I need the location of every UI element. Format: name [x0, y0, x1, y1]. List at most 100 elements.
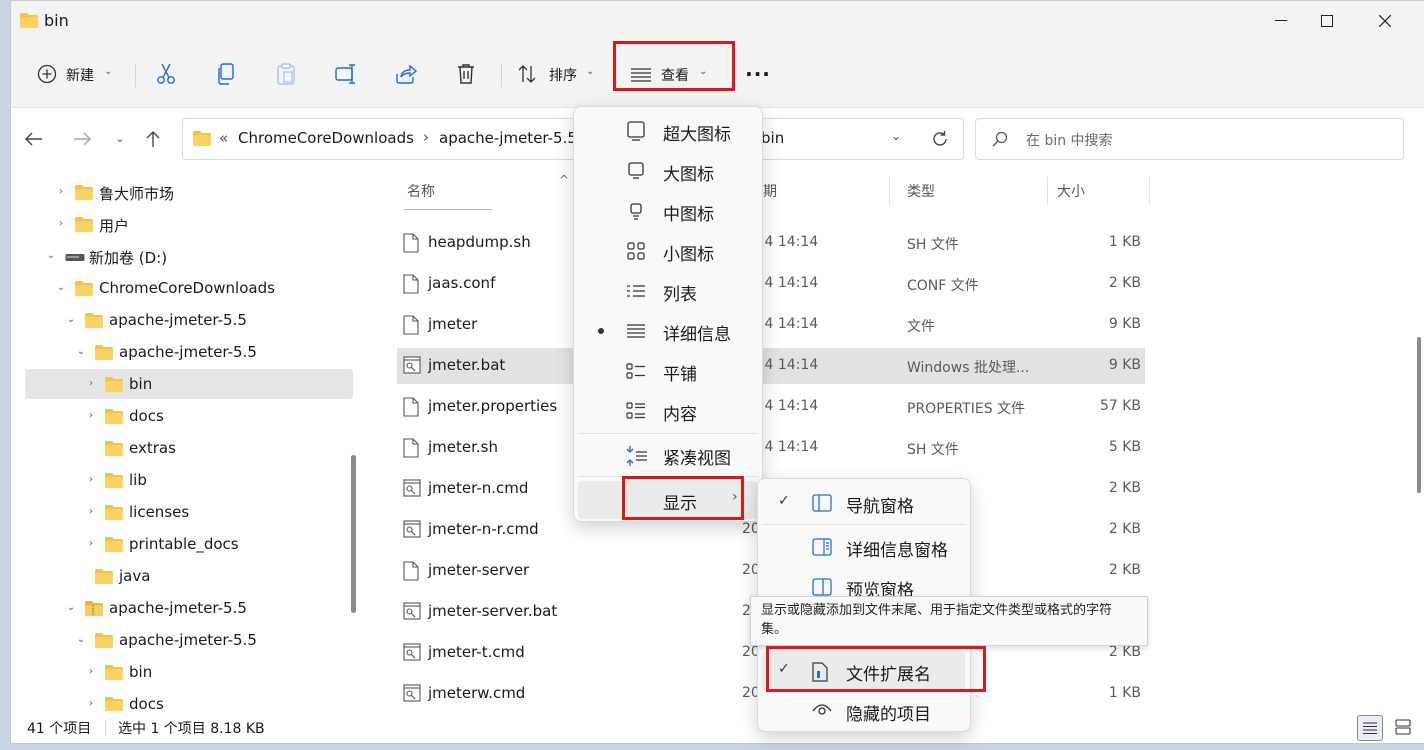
column-header-name[interactable]: 名称 — [407, 181, 435, 201]
file-row[interactable]: jmeter.bat 3/24 14:14 Windows 批处理... 9 KB — [397, 348, 1145, 384]
nav-item-label: licenses — [129, 503, 190, 521]
new-button[interactable]: 新建 ⌄ — [33, 59, 117, 89]
nav-item[interactable]: › 鲁大师市场 — [25, 177, 353, 207]
file-row[interactable]: jmeter.sh 3/24 14:14 SH 文件 5 KB — [397, 430, 1145, 466]
sort-button[interactable]: 排序 ⌄ — [511, 59, 601, 89]
column-header-size[interactable]: 大小 — [1057, 181, 1085, 201]
nav-item[interactable]: › licenses — [25, 497, 353, 527]
paste-button[interactable] — [271, 59, 301, 89]
cut-button[interactable] — [151, 59, 181, 89]
file-name: jmeter — [428, 315, 478, 333]
drive-icon — [65, 254, 85, 261]
rename-button[interactable] — [331, 59, 361, 89]
view-menu-item[interactable]: 平铺 — [578, 353, 758, 389]
nav-item[interactable]: › bin — [25, 369, 353, 399]
view-menu-item[interactable]: 小图标 — [578, 233, 758, 269]
delete-button[interactable] — [451, 59, 481, 89]
show-menu-item[interactable]: 隐藏的项目 — [762, 691, 965, 731]
view-menu-item[interactable]: 紧凑视图 — [578, 437, 758, 473]
nav-item[interactable]: › 用户 — [25, 209, 353, 239]
view-menu-item[interactable]: 大图标 — [578, 153, 758, 189]
breadcrumb-segment[interactable]: apache-jmeter-5.5 — [439, 129, 577, 147]
chevron-right-icon[interactable]: › — [85, 378, 97, 390]
nav-item[interactable]: › printable_docs — [25, 529, 353, 559]
status-selection: 选中 1 个项目 8.18 KB — [118, 721, 265, 737]
file-scrollbar[interactable] — [1409, 173, 1424, 711]
nav-item[interactable]: › bin — [25, 657, 353, 687]
nav-item[interactable]: ⌄ apache-jmeter-5.5 — [25, 305, 353, 335]
script-file-icon — [403, 602, 421, 620]
chevron-right-icon[interactable]: › — [55, 218, 67, 230]
nav-item[interactable]: › lib — [25, 465, 353, 495]
column-header-date[interactable]: 期 — [763, 181, 777, 201]
chevron-down-icon[interactable]: ⌄ — [65, 314, 77, 326]
breadcrumb-separator[interactable]: › — [423, 128, 429, 146]
toolbar-divider — [135, 63, 136, 87]
details-view-toggle[interactable] — [1357, 715, 1383, 741]
up-button[interactable] — [145, 128, 167, 150]
search-box[interactable]: 在 bin 中搜索 — [975, 118, 1404, 160]
file-scrollbar-thumb[interactable] — [1417, 337, 1421, 493]
menu-separator — [578, 433, 758, 434]
minimize-button[interactable] — [1261, 9, 1301, 33]
nav-item[interactable]: ⌄ apache-jmeter-5.5 — [25, 593, 353, 623]
folder-icon — [105, 409, 123, 424]
highlight-view-button — [613, 41, 735, 91]
sort-ascending-icon: ^ — [559, 173, 570, 187]
forward-button[interactable] — [73, 128, 97, 150]
chevron-right-icon[interactable]: › — [55, 186, 67, 198]
more-button[interactable]: ... — [741, 57, 775, 89]
view-menu-item[interactable]: 列表 — [578, 273, 758, 309]
maximize-button[interactable] — [1307, 9, 1347, 33]
breadcrumb-overflow[interactable]: « — [219, 129, 228, 147]
chevron-right-icon[interactable]: › — [85, 538, 97, 550]
search-input[interactable]: 在 bin 中搜索 — [1026, 130, 1113, 150]
chevron-down-icon: ⌄ — [586, 66, 595, 77]
view-menu-item[interactable]: 超大图标 — [578, 113, 758, 149]
chevron-down-icon[interactable]: ⌄ — [75, 634, 87, 646]
show-menu-item[interactable]: ✓ 导航窗格 — [762, 483, 965, 523]
refresh-icon[interactable] — [931, 130, 949, 148]
breadcrumb-segment[interactable]: bin — [761, 129, 784, 147]
show-menu-item[interactable]: 详细信息窗格 — [762, 527, 965, 567]
file-row[interactable]: jaas.conf 3/24 14:14 CONF 文件 2 KB — [397, 266, 1145, 302]
nav-item[interactable]: java — [25, 561, 353, 591]
column-divider[interactable] — [889, 177, 890, 205]
chevron-down-icon[interactable]: ⌄ — [45, 250, 57, 262]
chevron-down-icon[interactable]: ⌄ — [75, 346, 87, 358]
nav-item[interactable]: extras — [25, 433, 353, 463]
chevron-right-icon[interactable]: › — [85, 474, 97, 486]
address-dropdown-icon[interactable]: ⌄ — [891, 129, 901, 143]
column-divider[interactable] — [1047, 177, 1048, 205]
tiles-view-toggle[interactable] — [1391, 715, 1415, 739]
file-row[interactable]: jmeter 3/24 14:14 文件 9 KB — [397, 307, 1145, 343]
chevron-right-icon[interactable]: › — [85, 506, 97, 518]
trash-icon — [458, 64, 474, 84]
column-header-type[interactable]: 类型 — [907, 181, 935, 201]
copy-button[interactable] — [211, 59, 241, 89]
view-menu-item[interactable]: 内容 — [578, 393, 758, 429]
view-menu-item-label: 列表 — [663, 285, 697, 305]
column-divider[interactable] — [1149, 177, 1150, 205]
nav-item[interactable]: ⌄ apache-jmeter-5.5 — [25, 337, 353, 367]
file-row[interactable]: heapdump.sh 3/24 14:14 SH 文件 1 KB — [397, 225, 1145, 261]
chevron-right-icon[interactable]: › — [85, 410, 97, 422]
view-menu-item[interactable]: 中图标 — [578, 193, 758, 229]
folder-icon — [105, 505, 123, 520]
file-row[interactable]: jmeter.properties 3/24 14:14 PROPERTIES 文件… — [397, 389, 1145, 425]
view-menu-item[interactable]: 详细信息 — [578, 313, 758, 349]
nav-item[interactable]: ⌄ ChromeCoreDownloads — [25, 273, 353, 303]
chevron-down-icon[interactable]: ⌄ — [65, 602, 77, 614]
selected-bullet-icon — [598, 328, 604, 334]
recent-locations-button[interactable]: ⌄ — [111, 128, 129, 150]
chevron-down-icon[interactable]: ⌄ — [55, 282, 67, 294]
back-button[interactable] — [25, 128, 49, 150]
chevron-right-icon[interactable]: › — [85, 666, 97, 678]
nav-item[interactable]: ⌄ apache-jmeter-5.5 — [25, 625, 353, 655]
share-button[interactable] — [391, 59, 421, 89]
nav-item[interactable]: ⌄ 新加卷 (D:) — [25, 241, 353, 271]
close-button[interactable] — [1363, 9, 1407, 33]
chevron-right-icon[interactable]: › — [85, 698, 97, 710]
breadcrumb-segment[interactable]: ChromeCoreDownloads — [238, 129, 414, 147]
nav-item[interactable]: › docs — [25, 401, 353, 431]
